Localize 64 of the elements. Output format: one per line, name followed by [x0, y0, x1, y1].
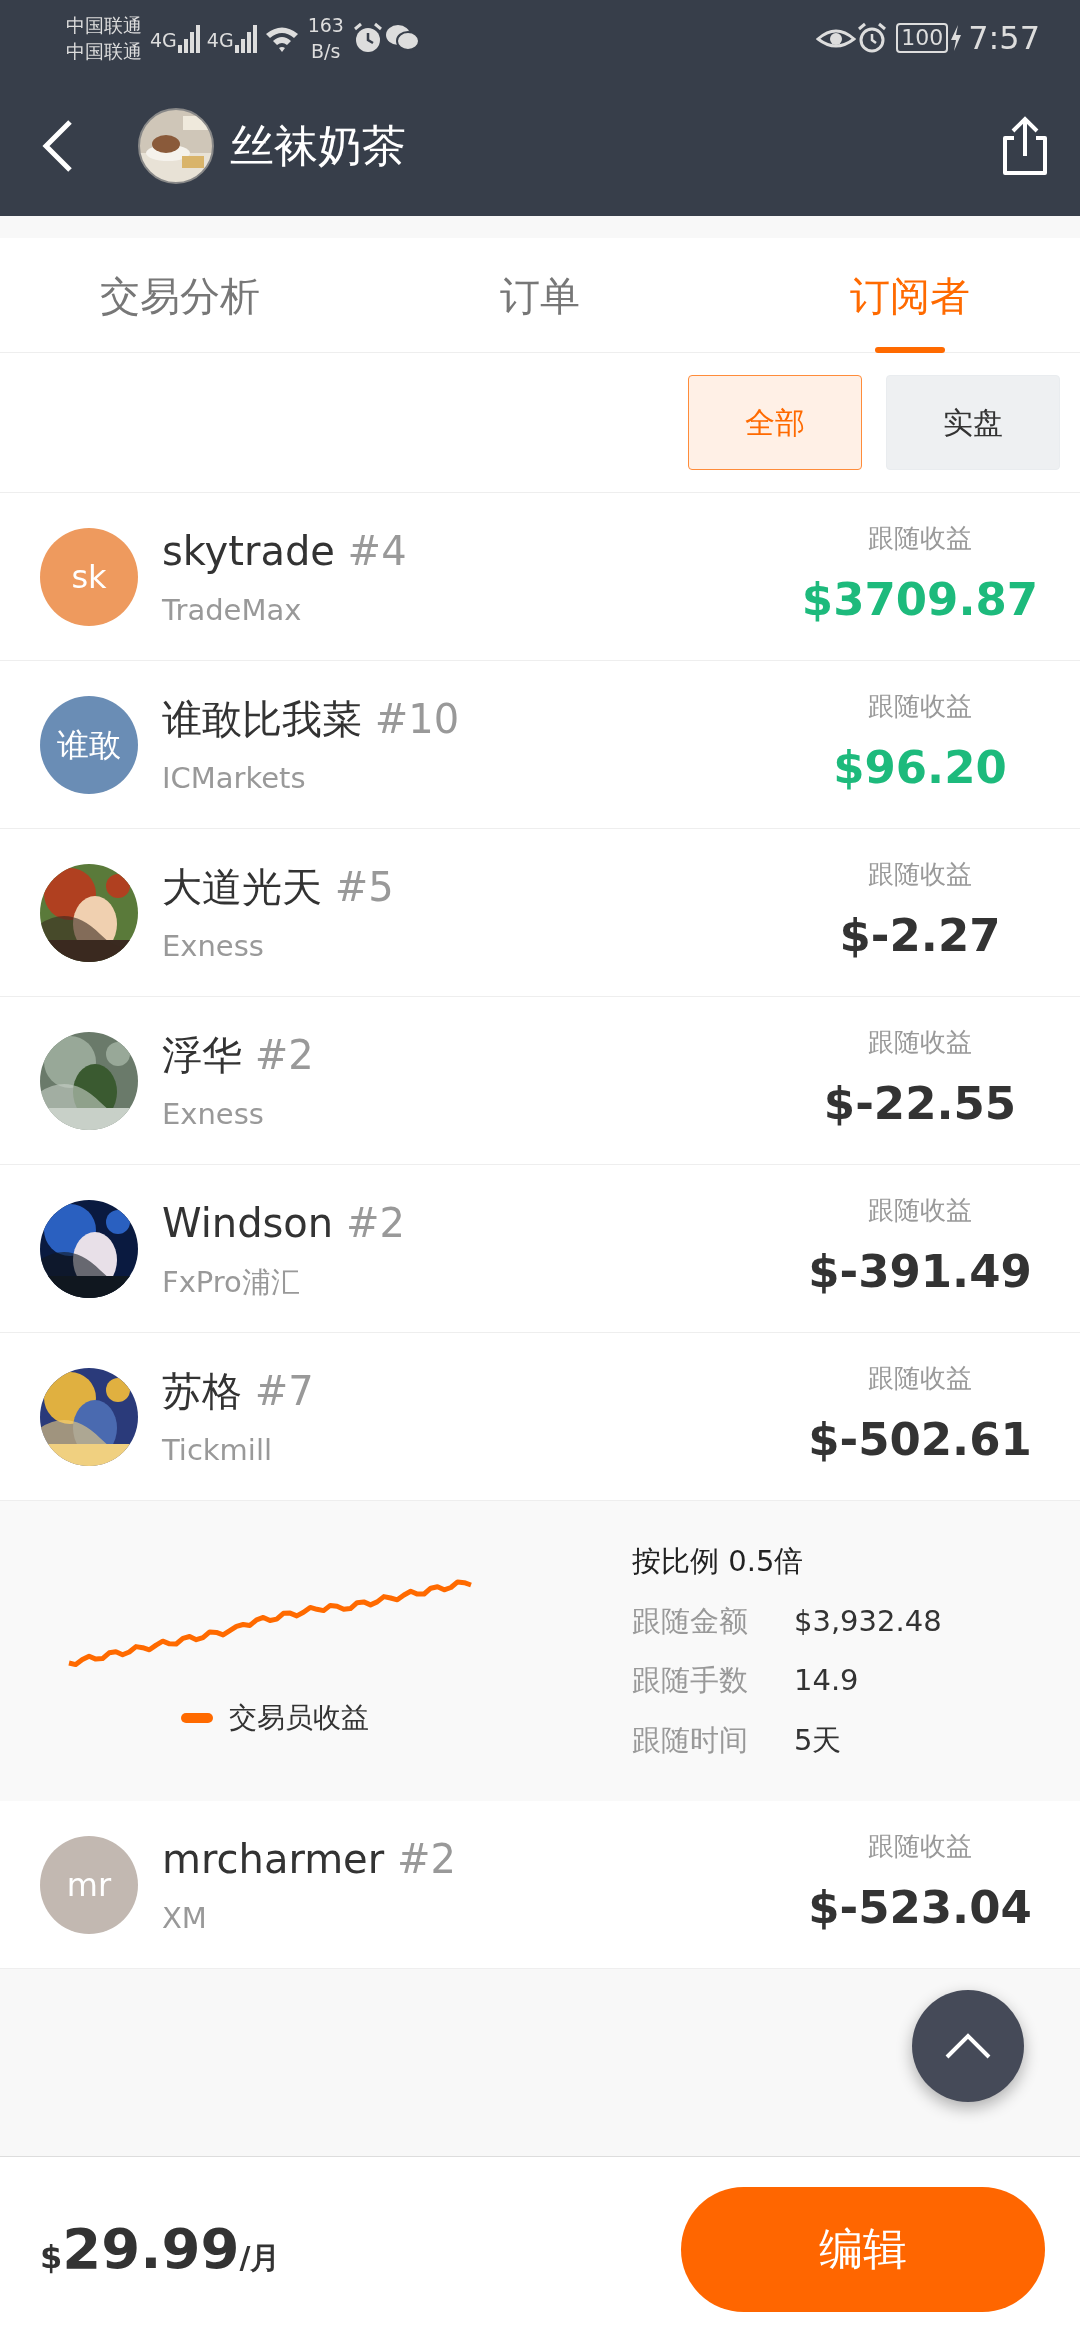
battery-level: 100: [896, 22, 949, 53]
stat-value: 5天: [794, 1721, 842, 1759]
avatar: mr: [40, 1835, 138, 1934]
filter-button[interactable]: 实盘: [886, 375, 1060, 470]
stat-label: 跟随金额: [632, 1602, 749, 1640]
profit-value: $-2.27: [839, 908, 1001, 965]
avatar: sk: [40, 527, 138, 626]
broker-name: FxPro浦汇: [162, 1263, 301, 1301]
network-speed: 163: [307, 12, 344, 38]
subscriber-name: 大道光天 #5: [162, 862, 395, 912]
network-type: 4G: [206, 27, 234, 53]
broker-name: Exness: [162, 1095, 265, 1133]
broker-name: Exness: [162, 927, 265, 965]
subscriber-name: 苏格 #7: [162, 1366, 315, 1416]
scroll-top-button[interactable]: [912, 1990, 1024, 2102]
copy-ratio: 按比例 0.5倍: [632, 1543, 805, 1580]
share-icon: [1000, 115, 1050, 176]
subscriber-name: 谁敢比我菜 #10: [162, 694, 461, 744]
subscriber-name: skytrade #4: [162, 526, 408, 576]
profit-label: 跟随收益: [868, 1194, 972, 1228]
profit-value: $3709.87: [801, 572, 1039, 629]
network-type: 4G: [150, 27, 177, 53]
clock-time: 7:57: [968, 17, 1040, 59]
subscriber-name: Windson #2: [162, 1198, 406, 1248]
speed-unit: B/s: [311, 38, 341, 64]
subscription-price: 29.99: [62, 2215, 240, 2283]
broker-name: ICMarkets: [162, 759, 307, 797]
profit-value: $96.20: [833, 740, 1007, 797]
profit-label: 跟随收益: [868, 522, 972, 556]
stat-value: 14.9: [794, 1662, 859, 1699]
legend-label: 交易员收益: [229, 1700, 369, 1736]
avatar: 谁敢: [40, 695, 138, 794]
profit-label: 跟随收益: [868, 1830, 972, 1864]
profit-value: $-502.61: [808, 1412, 1032, 1469]
edit-button[interactable]: 编辑: [681, 2186, 1045, 2312]
currency-sign: $: [40, 2237, 63, 2278]
profit-value: $-391.49: [808, 1244, 1032, 1301]
filter-button[interactable]: 全部: [688, 375, 862, 470]
profit-label: 跟随收益: [868, 1026, 972, 1060]
alarm-icon: [351, 21, 384, 54]
stat-label: 跟随手数: [632, 1662, 749, 1699]
tab[interactable]: 订阅者: [740, 238, 1080, 353]
broker-name: Tickmill: [162, 1431, 274, 1469]
share-button[interactable]: [1000, 115, 1050, 176]
carrier-name: 中国联通: [66, 12, 142, 38]
subscriber-name: mrcharmer #2: [162, 1834, 457, 1884]
carrier-name: 中国联通: [66, 38, 142, 64]
profit-value: $-22.55: [823, 1076, 1017, 1133]
subscriber-name: 浮华 #2: [162, 1030, 315, 1080]
stat-label: 跟随时间: [632, 1721, 749, 1759]
profit-value: $-523.04: [808, 1880, 1032, 1937]
broker-name: TradeMax: [162, 591, 303, 629]
alarm-icon: [856, 21, 889, 54]
tab[interactable]: 交易分析: [20, 238, 340, 353]
profit-label: 跟随收益: [868, 858, 972, 892]
tab[interactable]: 订单: [340, 238, 740, 353]
profit-label: 跟随收益: [868, 1362, 972, 1396]
stat-value: $3,932.48: [794, 1602, 942, 1640]
broker-name: XM: [162, 1899, 208, 1937]
page-title: 丝袜奶茶: [230, 118, 406, 173]
price-period: /月: [239, 2240, 281, 2277]
profit-label: 跟随收益: [868, 690, 972, 724]
signal-icon: [233, 22, 260, 53]
signal-icon: [176, 22, 203, 53]
